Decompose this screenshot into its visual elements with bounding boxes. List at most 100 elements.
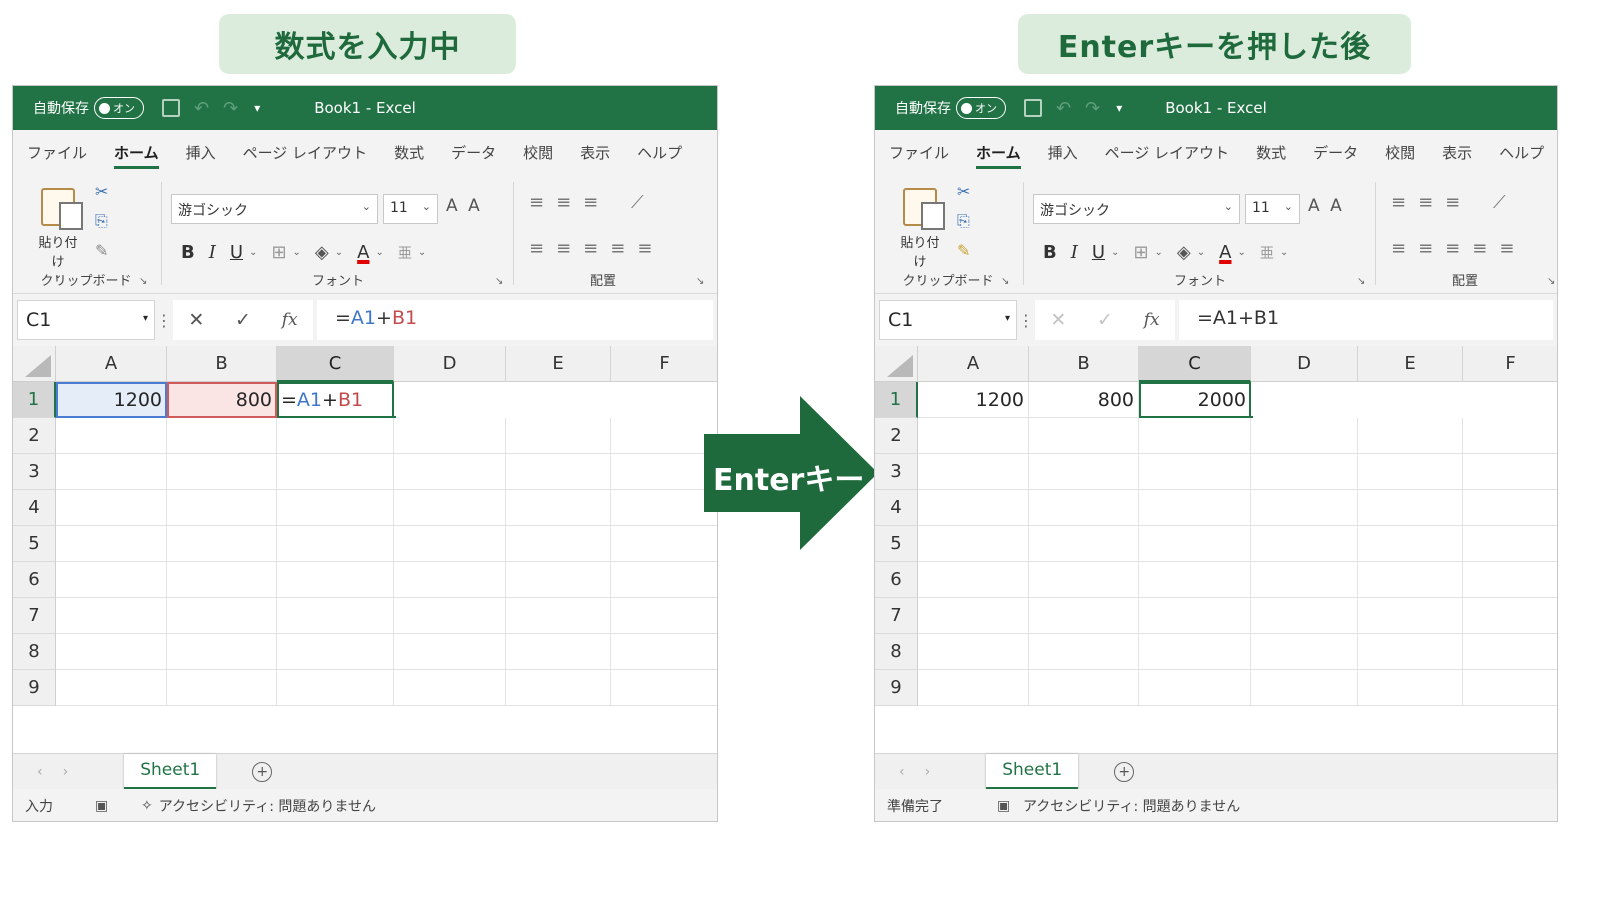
italic-button[interactable]: I bbox=[1071, 242, 1078, 263]
font-size-box[interactable]: 11 ⌄ bbox=[383, 194, 438, 224]
paste-button[interactable]: 貼り付け ⌄ bbox=[33, 188, 83, 281]
name-box[interactable]: C1 ▾ bbox=[17, 300, 155, 340]
autosave-toggle[interactable]: オン bbox=[94, 97, 144, 119]
cut-icon[interactable]: ✂ bbox=[957, 182, 970, 201]
row-header-2[interactable]: 2 bbox=[13, 418, 56, 454]
redo-icon[interactable]: ↷ bbox=[1085, 98, 1100, 119]
col-header-e[interactable]: E bbox=[506, 346, 611, 382]
row-header-3[interactable]: 3 bbox=[875, 454, 918, 490]
cell-c1[interactable]: = A1 + B1 bbox=[277, 382, 394, 418]
row-header-3[interactable]: 3 bbox=[13, 454, 56, 490]
row-header-6[interactable]: 6 bbox=[875, 562, 918, 598]
macro-record-icon[interactable]: ▣ bbox=[95, 798, 141, 814]
italic-button[interactable]: I bbox=[209, 242, 216, 263]
col-header-d[interactable]: D bbox=[394, 346, 506, 382]
tab-view[interactable]: 表示 bbox=[580, 142, 610, 163]
row-header-9[interactable]: 9 bbox=[875, 670, 918, 706]
row-header-7[interactable]: 7 bbox=[13, 598, 56, 634]
tab-insert[interactable]: 挿入 bbox=[1048, 142, 1078, 163]
cell-a1[interactable]: 1200 bbox=[918, 382, 1029, 418]
accessibility-status[interactable]: アクセシビリティ: 問題ありません bbox=[159, 796, 376, 816]
row-header-1[interactable]: 1 bbox=[13, 382, 56, 418]
row-header-9[interactable]: 9 bbox=[13, 670, 56, 706]
launcher-icon[interactable]: ↘ bbox=[1357, 276, 1365, 287]
cut-icon[interactable]: ✂ bbox=[95, 182, 108, 201]
row-header-4[interactable]: 4 bbox=[875, 490, 918, 526]
row-header-4[interactable]: 4 bbox=[13, 490, 56, 526]
macro-record-icon[interactable]: ▣ bbox=[997, 798, 1023, 814]
sheet-tab-sheet1[interactable]: Sheet1 bbox=[986, 753, 1079, 790]
tab-home[interactable]: ホーム bbox=[976, 142, 1021, 169]
tab-help[interactable]: ヘルプ bbox=[637, 142, 682, 163]
tab-review[interactable]: 校閲 bbox=[523, 142, 553, 163]
redo-icon[interactable]: ↷ bbox=[223, 98, 238, 119]
undo-icon[interactable]: ↶ bbox=[194, 98, 209, 119]
add-sheet-icon[interactable]: + bbox=[252, 761, 273, 782]
col-header-c[interactable]: C bbox=[1139, 346, 1251, 382]
launcher-icon[interactable]: ↘ bbox=[495, 276, 503, 287]
col-header-a[interactable]: A bbox=[56, 346, 167, 382]
tab-formulas[interactable]: 数式 bbox=[394, 142, 424, 163]
formula-input[interactable]: =A1+B1 bbox=[317, 300, 713, 340]
launcher-icon[interactable]: ↘ bbox=[1547, 276, 1555, 287]
underline-button[interactable]: U bbox=[230, 242, 243, 263]
horizontal-align-icons[interactable]: ≡≡≡≡≡ bbox=[529, 238, 664, 259]
format-painter-icon[interactable]: ✎ bbox=[95, 241, 108, 260]
customize-qat-icon[interactable]: ▾ bbox=[254, 101, 260, 115]
launcher-icon[interactable]: ↘ bbox=[139, 276, 147, 287]
sheet-tab-sheet1[interactable]: Sheet1 bbox=[124, 753, 217, 790]
bold-button[interactable]: B bbox=[181, 242, 195, 263]
tab-home[interactable]: ホーム bbox=[114, 142, 159, 169]
row-header-1[interactable]: 1 bbox=[875, 382, 918, 418]
sheet-nav-arrows-icon[interactable]: ‹› bbox=[899, 764, 950, 780]
tab-page-layout[interactable]: ページ レイアウト bbox=[1105, 142, 1229, 163]
phonetic-icon[interactable]: 亜 bbox=[398, 243, 412, 263]
tab-review[interactable]: 校閲 bbox=[1385, 142, 1415, 163]
launcher-icon[interactable]: ↘ bbox=[1001, 276, 1009, 287]
sheet-nav-arrows-icon[interactable]: ‹› bbox=[37, 764, 88, 780]
tab-view[interactable]: 表示 bbox=[1442, 142, 1472, 163]
cell-c1[interactable]: 2000 bbox=[1139, 382, 1251, 418]
row-header-8[interactable]: 8 bbox=[875, 634, 918, 670]
select-all-button[interactable] bbox=[875, 346, 918, 382]
horizontal-align-icons[interactable]: ≡≡≡≡≡ bbox=[1391, 238, 1526, 259]
col-header-f[interactable]: F bbox=[611, 346, 717, 382]
copy-icon[interactable]: ⎘ bbox=[957, 211, 970, 231]
tab-formulas[interactable]: 数式 bbox=[1256, 142, 1286, 163]
vertical-align-icons[interactable]: ≡≡≡ bbox=[1391, 192, 1472, 213]
launcher-icon[interactable]: ↘ bbox=[696, 276, 704, 287]
tab-file[interactable]: ファイル bbox=[889, 142, 949, 163]
autosave[interactable]: 自動保存 オン bbox=[895, 97, 1006, 119]
name-box[interactable]: C1 ▾ bbox=[879, 300, 1017, 340]
col-header-e[interactable]: E bbox=[1358, 346, 1463, 382]
tab-data[interactable]: データ bbox=[451, 142, 496, 163]
fill-color-icon[interactable]: ◈ bbox=[1177, 242, 1191, 263]
font-name-box[interactable]: 游ゴシック ⌄ bbox=[171, 194, 378, 224]
orientation-icon[interactable]: ⟋ bbox=[631, 192, 656, 213]
tab-page-layout[interactable]: ページ レイアウト bbox=[243, 142, 367, 163]
row-header-8[interactable]: 8 bbox=[13, 634, 56, 670]
row-header-7[interactable]: 7 bbox=[875, 598, 918, 634]
cancel-icon[interactable]: ✕ bbox=[188, 309, 204, 331]
font-grow-shrink[interactable]: AA bbox=[446, 196, 490, 216]
tab-data[interactable]: データ bbox=[1313, 142, 1358, 163]
font-name-box[interactable]: 游ゴシック ⌄ bbox=[1033, 194, 1240, 224]
accessibility-icon[interactable]: ✧ bbox=[141, 798, 153, 814]
insert-function-icon[interactable]: fx bbox=[282, 310, 298, 330]
underline-button[interactable]: U bbox=[1092, 242, 1105, 263]
cancel-icon[interactable]: ✕ bbox=[1050, 309, 1066, 331]
select-all-button[interactable] bbox=[13, 346, 56, 382]
cell-a1[interactable]: 1200 bbox=[56, 382, 167, 418]
add-sheet-icon[interactable]: + bbox=[1114, 761, 1135, 782]
insert-function-icon[interactable]: fx bbox=[1144, 310, 1160, 330]
customize-qat-icon[interactable]: ▾ bbox=[1116, 101, 1122, 115]
bold-button[interactable]: B bbox=[1043, 242, 1057, 263]
vertical-align-icons[interactable]: ≡≡≡ bbox=[529, 192, 610, 213]
col-header-d[interactable]: D bbox=[1251, 346, 1358, 382]
font-grow-shrink[interactable]: AA bbox=[1308, 196, 1352, 216]
enter-icon[interactable]: ✓ bbox=[235, 309, 251, 331]
borders-icon[interactable]: ⊞ bbox=[271, 242, 286, 263]
format-painter-icon[interactable]: ✎ bbox=[957, 241, 970, 260]
cell-b1[interactable]: 800 bbox=[167, 382, 277, 418]
font-size-box[interactable]: 11 ⌄ bbox=[1245, 194, 1300, 224]
